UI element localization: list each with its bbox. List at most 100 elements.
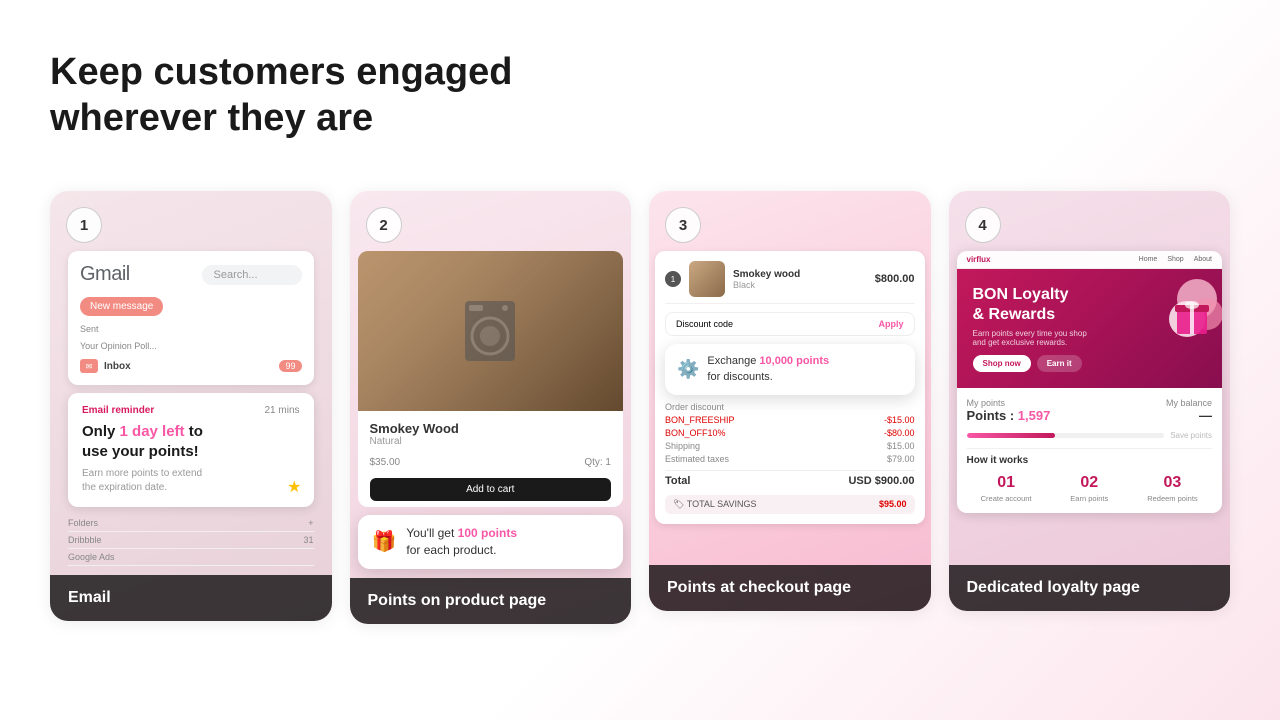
gmail-logo: Gmail xyxy=(80,263,130,286)
loyalty-nav: virflux Home Shop About xyxy=(957,251,1223,269)
bon-off10-row: BON_OFF10% -$80.00 xyxy=(665,427,915,440)
loyalty-earn-btn[interactable]: Earn it xyxy=(1037,355,1082,372)
gift-svg xyxy=(1122,269,1222,359)
loyalty-nav-links: Home Shop About xyxy=(1139,256,1212,263)
card-checkout: 3 1 Smokey wood Black $800.00 xyxy=(649,191,931,611)
card-loyalty: 4 virflux Home Shop About BON Loyalty xyxy=(949,191,1231,611)
card-number-1: 1 xyxy=(66,207,102,243)
checkout-mockup: 1 Smokey wood Black $800.00 Discount cod… xyxy=(655,251,925,524)
email-reminder-popup: Email reminder 21 mins Only 1 day left t… xyxy=(68,393,314,507)
exchange-icon: ⚙️ xyxy=(677,359,699,380)
gmail-bottom: Folders+ Dribbble31 Google Ads xyxy=(60,515,322,566)
exchange-highlight: 10,000 points xyxy=(759,355,829,367)
loyalty-divider xyxy=(967,448,1213,449)
card-1-content: Gmail Search... New message Sent Your Op… xyxy=(50,191,332,621)
loyalty-hero-subtitle: Earn points every time you shop and get … xyxy=(973,329,1090,347)
reminder-tag: Email reminder xyxy=(82,405,154,416)
loyalty-how-it-works: How it works xyxy=(967,455,1213,466)
page-container: Keep customers engaged wherever they are… xyxy=(0,0,1280,720)
loyalty-page-mockup: virflux Home Shop About BON Loyalty& Rew… xyxy=(957,251,1223,513)
taxes-row: Estimated taxes $79.00 xyxy=(665,453,915,466)
loyalty-nav-logo: virflux xyxy=(967,255,991,264)
points-highlight: 100 points xyxy=(458,526,517,540)
loyalty-shop-btn[interactable]: Shop now xyxy=(973,355,1031,372)
add-to-cart-btn[interactable]: Add to cart xyxy=(370,478,612,501)
product-img-svg xyxy=(455,291,525,371)
card-email: 1 Gmail Search... New message Sent Your … xyxy=(50,191,332,621)
gmail-header: Gmail Search... xyxy=(80,263,302,286)
loyalty-points-label: My points xyxy=(967,398,1051,408)
inbox-label: Inbox xyxy=(104,361,131,372)
gmail-inbox-row: ✉ Inbox 99 xyxy=(80,359,302,373)
checkout-totals: Order discount BON_FREESHIP -$15.00 BON_… xyxy=(665,401,915,514)
loyalty-progress-fill xyxy=(967,433,1056,438)
loyalty-points-value: Points : 1,597 xyxy=(967,408,1051,423)
card-number-3: 3 xyxy=(665,207,701,243)
gmail-row-1: Sent xyxy=(80,322,302,336)
card-number-4: 4 xyxy=(965,207,1001,243)
cards-row: 1 Gmail Search... New message Sent Your … xyxy=(50,191,1230,624)
exchange-text: Exchange 10,000 pointsfor discounts. xyxy=(707,354,829,385)
savings-amount: $95.00 xyxy=(879,499,907,510)
page-heading: Keep customers engaged wherever they are xyxy=(50,50,1230,141)
tooltip-text: You'll get 100 pointsfor each product. xyxy=(406,525,517,559)
gift-icon: 🎁 xyxy=(372,529,397,554)
checkout-product-img xyxy=(689,261,725,297)
loyalty-progress-text: Save points xyxy=(1170,431,1212,440)
card-1-label: Email xyxy=(50,575,332,621)
card-2-label: Points on product page xyxy=(350,578,632,624)
loyalty-balance-value: — xyxy=(1166,408,1212,423)
order-discount-row: Order discount xyxy=(665,401,915,414)
card-2-content: Smokey Wood Natural $35.00 Qty: 1 Add to… xyxy=(350,191,632,624)
checkout-product-name: Smokey wood xyxy=(733,269,867,280)
gmail-compose: New message xyxy=(80,297,163,316)
inbox-badge: 99 xyxy=(279,360,301,372)
gmail-label-dribbble: Dribbble31 xyxy=(68,532,314,549)
gmail-label-folders: Folders+ xyxy=(68,515,314,532)
reminder-title: Only 1 day left touse your points! xyxy=(82,422,300,461)
step-2-label: Earn points xyxy=(1050,494,1129,503)
product-page-mockup: Smokey Wood Natural $35.00 Qty: 1 Add to… xyxy=(358,251,624,507)
card-number-2: 2 xyxy=(366,207,402,243)
checkout-discount-box: Discount code Apply xyxy=(665,312,915,336)
loyalty-progress-bar xyxy=(967,433,1165,438)
apply-btn[interactable]: Apply xyxy=(878,319,903,329)
reminder-time: 21 mins xyxy=(264,405,299,416)
loyalty-step-3: 03 Redeem points xyxy=(1133,474,1212,503)
reminder-highlight: 1 day left xyxy=(120,423,185,440)
loyalty-hero-btns: Shop now Earn it xyxy=(973,355,1207,372)
loyalty-step-2: 02 Earn points xyxy=(1050,474,1129,503)
total-row: Total USD $900.00 xyxy=(665,470,915,491)
loyalty-gift-visual xyxy=(1122,269,1222,369)
loyalty-points-row: My points Points : 1,597 My balance — xyxy=(967,398,1213,423)
card-4-label: Dedicated loyalty page xyxy=(949,565,1231,611)
loyalty-hero: BON Loyalty& Rewards Earn points every t… xyxy=(957,269,1223,388)
card-3-content: 1 Smokey wood Black $800.00 Discount cod… xyxy=(649,191,931,579)
exchange-tooltip: ⚙️ Exchange 10,000 pointsfor discounts. xyxy=(665,344,915,395)
gmail-label-google-ads: Google Ads xyxy=(68,549,314,566)
product-title-area: Smokey Wood Natural xyxy=(358,411,624,453)
savings-row: 🏷 TOTAL SAVINGS $95.00 xyxy=(665,495,915,514)
step-1-label: Create account xyxy=(967,494,1046,503)
loyalty-step-1: 01 Create account xyxy=(967,474,1046,503)
loyalty-progress: Save points xyxy=(967,431,1213,440)
loyalty-hero-title: BON Loyalty& Rewards xyxy=(973,285,1101,325)
shipping-row: Shipping $15.00 xyxy=(665,440,915,453)
reminder-star-icon: ★ xyxy=(287,477,301,497)
inbox-icon: ✉ xyxy=(80,359,98,373)
product-actions: Add to cart xyxy=(358,472,624,507)
checkout-product-sub: Black xyxy=(733,280,867,290)
product-name: Smokey Wood xyxy=(370,421,612,436)
loyalty-balance-label: My balance xyxy=(1166,398,1212,408)
gmail-search: Search... xyxy=(202,265,302,285)
loyalty-steps: 01 Create account 02 Earn points 03 Rede… xyxy=(967,474,1213,503)
gmail-mockup: Gmail Search... New message Sent Your Op… xyxy=(68,251,314,385)
step-3-label: Redeem points xyxy=(1133,494,1212,503)
checkout-header-row: 1 Smokey wood Black $800.00 xyxy=(665,261,915,304)
card-3-label: Points at checkout page xyxy=(649,565,931,611)
step-3-num: 03 xyxy=(1133,474,1212,492)
checkout-price: $800.00 xyxy=(875,273,915,285)
card-4-content: virflux Home Shop About BON Loyalty& Rew… xyxy=(949,191,1231,568)
bon-freeship-row: BON_FREESHIP -$15.00 xyxy=(665,414,915,427)
product-price-row: $35.00 Qty: 1 xyxy=(358,453,624,472)
